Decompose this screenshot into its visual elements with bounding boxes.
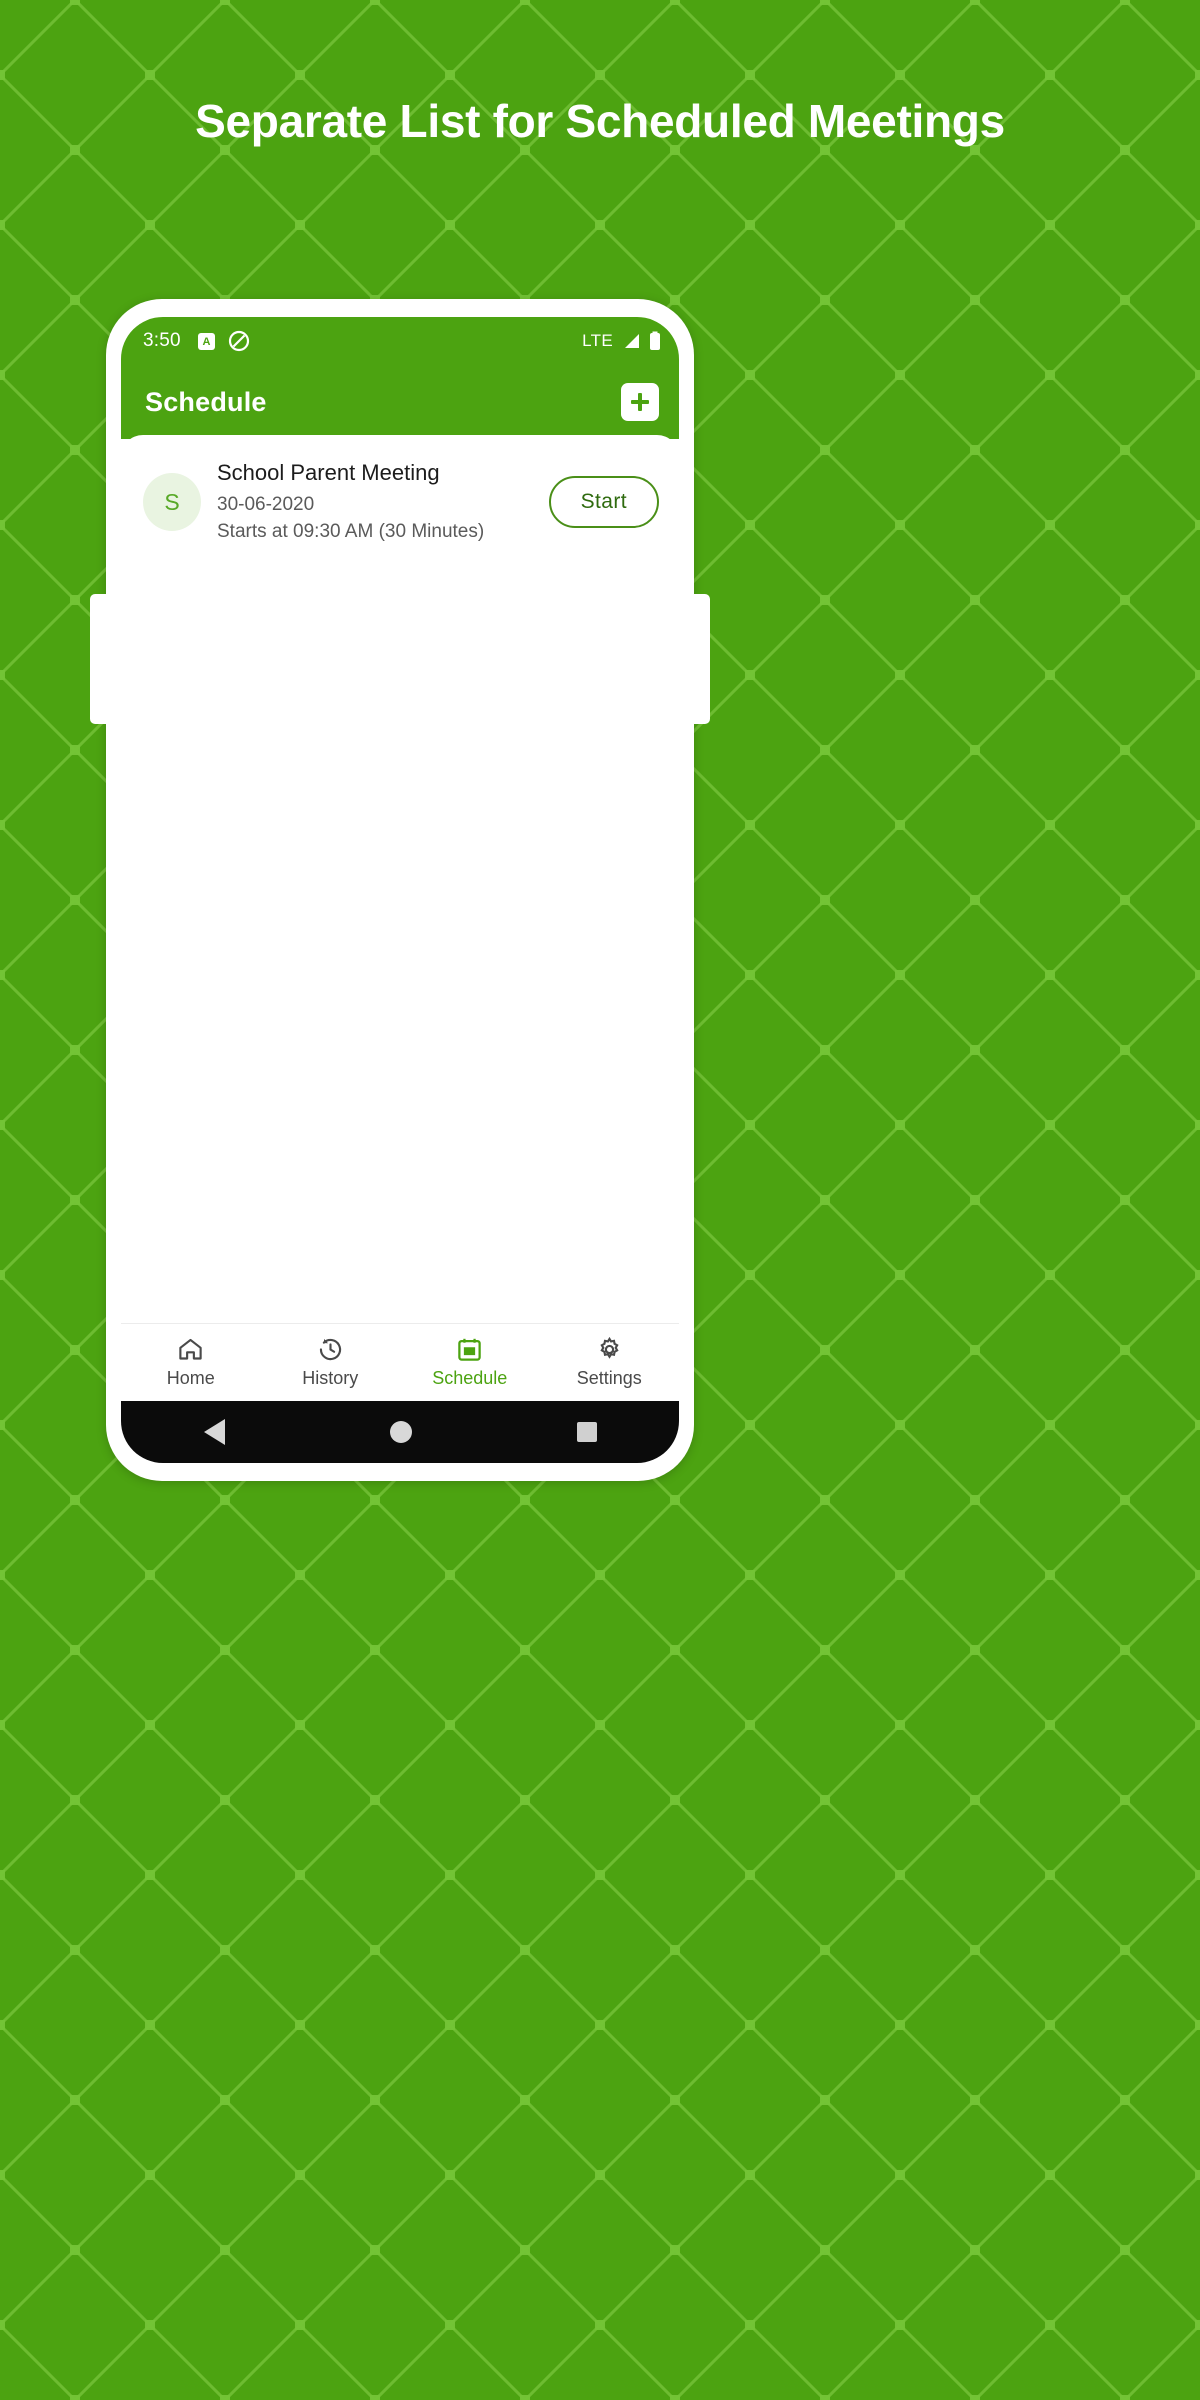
app-bar-title: Schedule [145,386,267,417]
phone-screen: 3:50 A LTE Schedule S School Parent Meet… [121,317,679,1463]
start-button[interactable]: Start [548,476,659,529]
battery-icon [650,331,660,350]
home-circle-icon[interactable] [389,1421,412,1443]
meeting-time: Starts at 09:30 AM (30 Minutes) [217,520,485,542]
nav-item-home[interactable]: Home [121,1336,261,1389]
a-badge-icon: A [197,332,215,350]
app-bar: Schedule [121,365,679,439]
bottom-navigation: Home History Schedule Settings [121,1323,679,1401]
nav-label-settings: Settings [576,1368,642,1388]
recents-square-icon[interactable] [576,1422,597,1442]
list-item[interactable]: S School Parent Meeting 30-06-2020 Start… [121,435,679,568]
nav-label-home: Home [166,1368,215,1388]
history-clock-icon [319,1338,341,1361]
phone-mockup: 3:50 A LTE Schedule S School Parent Meet… [90,299,710,1481]
nav-item-history[interactable]: History [261,1336,401,1389]
signal-bars-icon [625,334,639,348]
nav-item-settings[interactable]: Settings [540,1336,680,1389]
gear-icon [600,1336,619,1359]
plus-icon [631,393,649,411]
status-bar-left-icons: A [197,330,250,352]
status-bar: 3:50 A LTE [121,317,679,365]
phone-side-button-right [694,594,710,724]
meeting-date: 30-06-2020 [217,493,315,515]
home-icon [179,1338,202,1360]
svg-text:A: A [202,336,210,348]
add-meeting-button[interactable] [621,383,659,421]
phone-side-button-left [90,594,106,724]
nav-item-schedule[interactable]: Schedule [400,1336,540,1389]
status-bar-network-label: LTE [582,331,613,350]
meeting-title: School Parent Meeting [217,460,440,485]
nav-label-history: History [302,1368,359,1388]
status-bar-time: 3:50 [143,330,181,351]
status-bar-right-icons: LTE [582,331,661,351]
avatar: S [143,473,201,532]
do-not-disturb-icon [228,330,249,352]
meeting-list: S School Parent Meeting 30-06-2020 Start… [121,435,679,1323]
system-navigation-bar [121,1401,679,1463]
calendar-icon [458,1338,481,1361]
nav-label-schedule: Schedule [432,1368,508,1388]
page-title: Separate List for Scheduled Meetings [195,95,1005,147]
meeting-info: School Parent Meeting 30-06-2020 Starts … [217,459,533,546]
hero-section: Separate List for Scheduled Meetings [0,95,1200,148]
back-triangle-icon[interactable] [203,1419,225,1445]
